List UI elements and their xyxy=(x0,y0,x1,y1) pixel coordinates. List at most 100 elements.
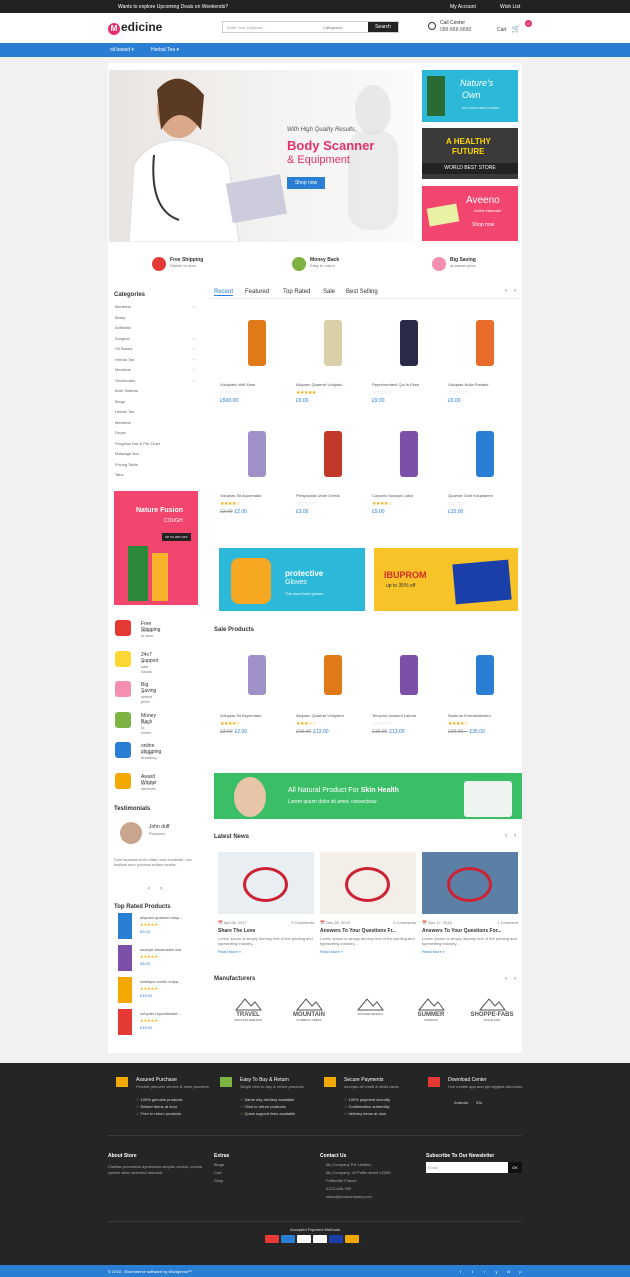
product-name[interactable]: Voluptas Nulla Pariatur xyxy=(448,382,522,387)
skin-health-banner[interactable]: All Natural Product For Skin Health Lore… xyxy=(214,773,522,819)
tab-top-rated[interactable]: Top Rated xyxy=(283,289,310,295)
category-item[interactable]: Progress Bar & Pie Chart xyxy=(115,441,160,446)
testimonial-prev[interactable]: ‹ xyxy=(148,886,150,892)
nav-item-oil-based[interactable]: oil based ▾ xyxy=(110,47,134,53)
product-card[interactable]: Reprehenderit Qui In Esse ☆☆☆☆☆ £9.00 xyxy=(372,310,446,420)
news-title[interactable]: Answers To Your Questions Fr... xyxy=(320,928,396,934)
hero-shop-button[interactable]: Shop now xyxy=(287,177,325,189)
product-card[interactable]: Quaerat Gulit Voluptatem ☆☆☆☆☆ £15.00 xyxy=(448,421,522,531)
ibuprom-banner[interactable]: IBUPROM up to 35% off xyxy=(374,548,518,611)
top-rated-item[interactable]: aliquam quaerat volup... ★★★★★ £9.00 xyxy=(114,913,199,943)
product-name[interactable]: Voluptate Velit Esse xyxy=(220,382,294,387)
testimonial-next[interactable]: › xyxy=(160,886,162,892)
wishlist-link[interactable]: Wish List xyxy=(500,4,520,10)
sale-product-card[interactable]: Nostrum Exercitationem ★★★★☆ £30.00 – £35.0… xyxy=(448,641,522,751)
news-next-arrow[interactable]: › xyxy=(514,833,516,839)
product-card[interactable]: Perspiciatis Unde Omnis ☆☆☆☆☆ £3.00 xyxy=(296,421,370,531)
sale-product-card[interactable]: Aliquam Quaerat Voluptem ★★★☆☆ £15.00 £12.0… xyxy=(296,641,370,751)
top-rated-item[interactable]: suscipit laboriosam nisi ★★★★★ £8.00 xyxy=(114,945,199,975)
manufacturer-logo[interactable]: VINTAGE DESIGN xyxy=(340,996,400,1036)
category-item[interactable]: Oil Based › xyxy=(115,346,194,351)
news-title[interactable]: Answers To Your Questions For... xyxy=(422,928,501,934)
product-card[interactable]: Voluptate Velit Esse ☆☆☆☆☆ £500.00 xyxy=(220,310,294,420)
logo[interactable]: Medicine xyxy=(108,20,162,35)
footer-link-shop[interactable]: Shop xyxy=(214,1178,229,1183)
category-item[interactable]: Beaty xyxy=(115,315,125,320)
product-name[interactable]: Corporis Suscipit Labor xyxy=(372,493,446,498)
search-button[interactable]: Search xyxy=(368,22,398,32)
search-input[interactable]: Enter Your Keyword... xyxy=(227,25,266,30)
manufacturer-logo[interactable]: SHOPPE-FABS SINCE 1997 xyxy=(462,996,522,1036)
news-card[interactable]: 📅 Apr 08, 2017 0 Comments Share The Love Lo… xyxy=(218,852,314,954)
footer-link-blogs[interactable]: Blogs xyxy=(214,1162,229,1167)
news-image[interactable] xyxy=(320,852,416,914)
manufacturer-logo[interactable]: SUMMER CAMPING xyxy=(401,996,461,1036)
mf-prev-arrow[interactable]: ‹ xyxy=(505,976,507,982)
category-select[interactable]: Categories xyxy=(323,25,342,30)
linkedin-icon[interactable]: in xyxy=(505,1268,512,1275)
footer-email-link[interactable]: sales@yourcompany.com xyxy=(320,1194,391,1199)
category-item[interactable]: Shortcodes › xyxy=(115,378,194,383)
tab-sale[interactable]: Sale xyxy=(323,289,335,295)
product-name[interactable]: Reprehenderit Qui In Esse xyxy=(372,382,446,387)
news-card[interactable]: 📅 Dec 28, 2015 0 Comments Answers To Your … xyxy=(320,852,416,954)
gloves-banner[interactable]: protective Gloves The word best gloves xyxy=(219,548,365,611)
rss-icon[interactable]: r xyxy=(481,1268,488,1275)
top-rated-item[interactable]: similique suntin culpa... ★★★★★ £15.00 xyxy=(114,977,199,1007)
tab-best-selling[interactable]: Best Selling xyxy=(346,289,378,295)
manufacturer-logo[interactable]: TRAVEL WALKING DREAMS xyxy=(218,996,278,1036)
product-card[interactable]: Voluptas Nulla Pariatur ☆☆☆☆☆ £9.00 xyxy=(448,310,522,420)
hero-banner[interactable]: With High Quality Results_ Body Scanner … xyxy=(109,70,413,242)
category-item[interactable]: Herbal Tea xyxy=(115,409,134,414)
my-account-link[interactable]: My Account xyxy=(450,4,476,10)
product-name[interactable]: Perspiciatis Unde Omnis xyxy=(296,493,370,498)
product-name[interactable]: Voluptas Sit Aspernatur xyxy=(220,713,294,718)
tabs-next-arrow[interactable]: › xyxy=(514,288,516,294)
aveeno-shop-link[interactable]: Shop now xyxy=(472,222,494,228)
tabs-prev-arrow[interactable]: ‹ xyxy=(505,288,507,294)
healthy-future-banner[interactable]: A HEALTHY FUTURE WORLD BEST STORE xyxy=(422,128,518,179)
aveeno-banner[interactable]: Aveeno Active Naturals Shop now xyxy=(422,186,518,241)
category-item[interactable]: Both Sidebar xyxy=(115,388,138,393)
category-item[interactable]: Herbal Tea › xyxy=(115,357,194,362)
news-prev-arrow[interactable]: ‹ xyxy=(505,833,507,839)
mf-next-arrow[interactable]: › xyxy=(514,976,516,982)
pinterest-icon[interactable]: p xyxy=(517,1268,524,1275)
product-name[interactable]: Voluptas Sit Aspernatur xyxy=(220,493,294,498)
product-name[interactable]: Tempora Incidunt Labore xyxy=(372,713,446,718)
nature-fusion-banner[interactable]: Nature Fusion COUGH UP TO 20% OFF xyxy=(114,491,198,605)
read-more-link[interactable]: Read More » xyxy=(422,949,445,954)
manufacturer-logo[interactable]: MOUNTAIN CLIMBING CREST xyxy=(279,996,339,1036)
news-image[interactable] xyxy=(422,852,518,914)
top-rated-item[interactable]: volupter repudiandae... ★★★★★ £15.00 xyxy=(114,1009,199,1039)
facebook-icon[interactable]: f xyxy=(457,1268,464,1275)
product-name[interactable]: Nostrum Exercitationem xyxy=(448,713,522,718)
read-more-link[interactable]: Read More » xyxy=(320,949,343,954)
category-item[interactable]: Blogs xyxy=(115,399,125,404)
category-item[interactable]: Medicine xyxy=(115,420,131,425)
category-item[interactable]: Drops xyxy=(115,430,126,435)
product-name[interactable]: Aliquam Quaerat Voluptem xyxy=(296,713,370,718)
product-card[interactable]: Corporis Suscipit Labor ★★★★☆ £9.00 xyxy=(372,421,446,531)
twitter-icon[interactable]: t xyxy=(469,1268,476,1275)
sale-product-card[interactable]: Voluptas Sit Aspernatur ★★★★☆ £3.00 £2.00 xyxy=(220,641,294,751)
category-item[interactable]: Pricing Table xyxy=(115,462,138,467)
category-item[interactable]: Medicine › xyxy=(115,367,194,372)
category-item[interactable]: Tabs xyxy=(115,472,123,477)
tab-featured[interactable]: Featured xyxy=(245,289,269,295)
footer-link-cart[interactable]: Cart xyxy=(214,1170,229,1175)
natures-own-banner[interactable]: Nature's Own PUT YOUR HEALTH FIRST xyxy=(422,70,518,122)
news-image[interactable] xyxy=(218,852,314,914)
product-card[interactable]: Aliquam Quaerat Voluptat... ★★★★★ £9.00 xyxy=(296,310,370,420)
category-item[interactable]: Massage Box xyxy=(115,451,139,456)
news-title[interactable]: Share The Love xyxy=(218,928,255,934)
category-item[interactable]: Antibiotic xyxy=(115,325,131,330)
product-card[interactable]: Voluptas Sit Aspernatur ★★★★☆ £3.00 £2.00 xyxy=(220,421,294,531)
product-name[interactable]: Quaerat Gulit Voluptatem xyxy=(448,493,522,498)
cart-button[interactable]: Cart 🛒 0 xyxy=(497,20,532,33)
news-card[interactable]: 📅 Nov 17, 2015 1 Comment Answers To Your Q… xyxy=(422,852,518,954)
newsletter-email-input[interactable]: Email xyxy=(426,1162,508,1173)
product-name[interactable]: Aliquam Quaerat Voluptat... xyxy=(296,382,370,387)
youtube-icon[interactable]: y xyxy=(493,1268,500,1275)
nav-item-herbal-tea[interactable]: Herbal Tea ▾ xyxy=(151,47,179,53)
